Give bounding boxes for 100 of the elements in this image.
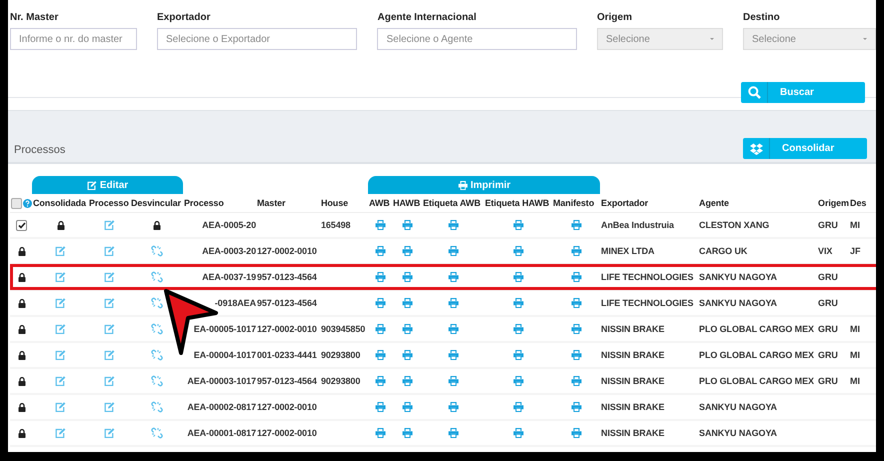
- print-icon[interactable]: [448, 246, 459, 256]
- edit-icon[interactable]: [104, 350, 115, 360]
- help-icon[interactable]: [23, 198, 32, 208]
- print-icon[interactable]: [375, 428, 386, 438]
- print-icon[interactable]: [402, 324, 413, 334]
- caret-icon: [710, 38, 714, 40]
- print-icon[interactable]: [375, 402, 386, 412]
- print-icon[interactable]: [571, 246, 582, 256]
- table-cell: AnBea Industruia: [601, 220, 674, 230]
- print-icon[interactable]: [375, 324, 386, 334]
- edit-icon[interactable]: [104, 298, 115, 308]
- print-icon: [458, 180, 468, 190]
- edit-icon[interactable]: [55, 428, 66, 438]
- edit-icon[interactable]: [104, 402, 115, 412]
- print-icon[interactable]: [513, 402, 524, 412]
- print-icon[interactable]: [402, 350, 413, 360]
- table-cell: 127-0002-0010: [257, 324, 317, 334]
- print-icon[interactable]: [571, 376, 582, 386]
- unlink-icon[interactable]: [151, 245, 163, 257]
- table-cell: MI: [850, 324, 860, 334]
- print-icon[interactable]: [402, 376, 413, 386]
- print-icon[interactable]: [513, 376, 524, 386]
- edit-icon[interactable]: [55, 376, 66, 386]
- print-icon[interactable]: [571, 298, 582, 308]
- print-icon[interactable]: [448, 272, 459, 282]
- print-icon[interactable]: [375, 376, 386, 386]
- print-icon[interactable]: [448, 324, 459, 334]
- print-icon[interactable]: [448, 402, 459, 412]
- print-icon[interactable]: [375, 220, 386, 230]
- table-cell: PLO GLOBAL CARGO MEX: [699, 324, 814, 334]
- print-icon[interactable]: [448, 428, 459, 438]
- column-header: Processo: [184, 198, 224, 208]
- unlink-icon[interactable]: [151, 323, 163, 335]
- edit-icon[interactable]: [55, 272, 66, 282]
- consolidate-button[interactable]: Consolidar: [743, 138, 867, 159]
- print-icon[interactable]: [571, 272, 582, 282]
- print-icon[interactable]: [448, 376, 459, 386]
- input-field[interactable]: Informe o nr. do master: [10, 28, 137, 50]
- row-checkbox[interactable]: [16, 220, 27, 230]
- print-icon[interactable]: [513, 324, 524, 334]
- table-cell: AEA-0003-20: [202, 246, 256, 256]
- print-icon[interactable]: [402, 220, 413, 230]
- lock-icon: [18, 273, 26, 282]
- section-title: Processos: [14, 144, 66, 158]
- table-cell: GRU: [818, 324, 838, 334]
- unlink-icon[interactable]: [151, 401, 163, 413]
- table-cell: 957-0123-4564: [257, 298, 317, 308]
- print-icon[interactable]: [513, 428, 524, 438]
- search-button[interactable]: Buscar: [741, 82, 865, 103]
- column-header: Processo: [89, 198, 129, 208]
- print-icon[interactable]: [448, 350, 459, 360]
- lock-icon: [56, 221, 64, 230]
- column-group-header: Imprimir: [368, 176, 600, 194]
- print-icon[interactable]: [402, 428, 413, 438]
- table-cell: GRU: [818, 298, 838, 308]
- lock-icon: [18, 403, 26, 412]
- print-icon[interactable]: [375, 272, 386, 282]
- edit-icon[interactable]: [55, 246, 66, 256]
- unlink-icon[interactable]: [151, 427, 163, 439]
- unlink-icon[interactable]: [151, 375, 163, 387]
- print-icon[interactable]: [375, 350, 386, 360]
- input-field[interactable]: Selecione o Agente: [377, 28, 577, 50]
- edit-icon[interactable]: [104, 376, 115, 386]
- input-field[interactable]: Selecione o Exportador: [157, 28, 358, 50]
- print-icon[interactable]: [571, 220, 582, 230]
- unlink-icon[interactable]: [151, 271, 163, 283]
- print-icon[interactable]: [375, 246, 386, 256]
- edit-icon[interactable]: [104, 324, 115, 334]
- edit-icon[interactable]: [55, 350, 66, 360]
- print-icon[interactable]: [571, 350, 582, 360]
- print-icon[interactable]: [402, 402, 413, 412]
- print-icon[interactable]: [513, 350, 524, 360]
- table-cell: SANKYU NAGOYA: [699, 272, 777, 282]
- print-icon[interactable]: [513, 298, 524, 308]
- print-icon[interactable]: [513, 272, 524, 282]
- print-icon[interactable]: [571, 324, 582, 334]
- lock-icon: [18, 299, 26, 308]
- print-icon[interactable]: [513, 220, 524, 230]
- table-cell: 127-0002-0010: [257, 246, 317, 256]
- print-icon[interactable]: [402, 298, 413, 308]
- table-cell: PLO GLOBAL CARGO MEX: [699, 376, 814, 386]
- print-icon[interactable]: [448, 220, 459, 230]
- column-header: Etiqueta HAWB: [485, 198, 550, 208]
- select-all-checkbox[interactable]: [11, 198, 22, 208]
- print-icon[interactable]: [402, 272, 413, 282]
- edit-icon[interactable]: [55, 324, 66, 334]
- print-icon[interactable]: [513, 246, 524, 256]
- print-icon[interactable]: [571, 428, 582, 438]
- edit-icon[interactable]: [55, 298, 66, 308]
- print-icon[interactable]: [571, 402, 582, 412]
- print-icon[interactable]: [448, 298, 459, 308]
- edit-icon[interactable]: [104, 428, 115, 438]
- edit-icon[interactable]: [104, 246, 115, 256]
- print-icon[interactable]: [375, 298, 386, 308]
- edit-icon[interactable]: [104, 272, 115, 282]
- unlink-icon[interactable]: [151, 349, 163, 361]
- unlink-icon[interactable]: [151, 297, 163, 309]
- edit-icon[interactable]: [55, 402, 66, 412]
- edit-icon[interactable]: [104, 220, 115, 230]
- print-icon[interactable]: [402, 246, 413, 256]
